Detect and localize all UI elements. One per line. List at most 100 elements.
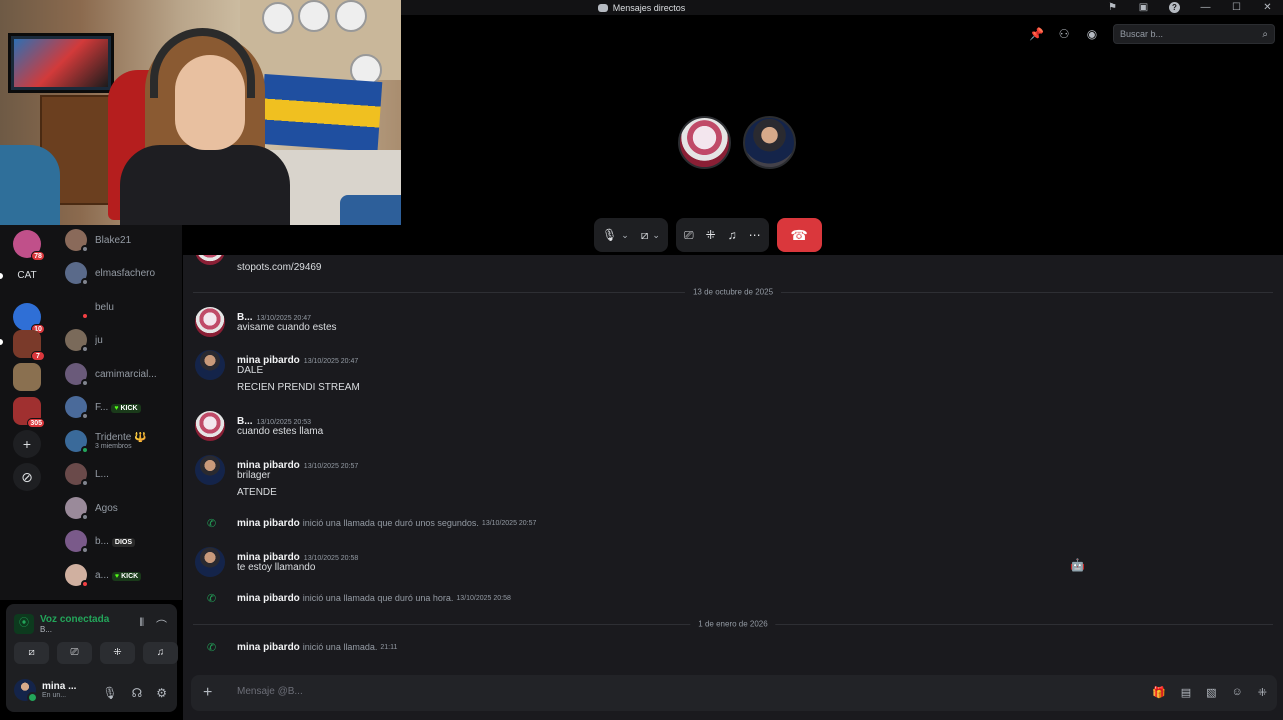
- server-icon[interactable]: [13, 363, 41, 391]
- server-icon[interactable]: 7: [13, 330, 45, 361]
- message-text: avisame cuando estes: [237, 322, 337, 333]
- help-button[interactable]: ?: [1159, 0, 1190, 15]
- message-text: RECIEN PRENDI STREAM: [237, 382, 360, 393]
- dm-name: Agos: [95, 502, 118, 514]
- add-server-button[interactable]: +: [13, 430, 41, 458]
- phone-icon: ✆: [207, 641, 217, 654]
- screen-share-icon[interactable]: ⎚: [684, 228, 694, 243]
- activities-icon[interactable]: ⁜: [706, 228, 716, 242]
- message-text: te estoy llamando: [237, 562, 316, 573]
- user-status: En un...: [42, 692, 67, 699]
- gear-icon[interactable]: ⚙: [156, 686, 167, 700]
- mic-camera-group: 🎙 ⌄ ⧄ ⌄: [594, 218, 668, 252]
- server-rail: 78 CAT 10 7 305 + ⊘: [0, 225, 54, 600]
- emoji-icon[interactable]: ☺: [1232, 686, 1243, 699]
- soundboard-button[interactable]: ♫: [143, 642, 178, 664]
- server-icon[interactable]: 10: [13, 303, 45, 334]
- screen-share-button[interactable]: ⎚: [57, 642, 92, 664]
- dm-item[interactable]: Tridente 🔱 3 miembros: [65, 428, 180, 454]
- dm-item[interactable]: L...: [65, 461, 180, 487]
- hang-up-button[interactable]: ☎: [776, 218, 822, 252]
- chevron-down-icon[interactable]: ⌄: [652, 230, 660, 241]
- microphone-icon[interactable]: 🎙: [102, 686, 117, 700]
- activities-button[interactable]: ⁜: [100, 642, 135, 664]
- gif-icon[interactable]: ▤: [1181, 686, 1191, 699]
- help-icon: ?: [1169, 2, 1180, 13]
- microphone-icon[interactable]: 🎙: [602, 228, 617, 242]
- gift-icon[interactable]: 🎁: [1152, 686, 1166, 699]
- voice-actions: ⫴ ⌒: [139, 617, 167, 633]
- avatar[interactable]: [195, 255, 225, 265]
- dm-item[interactable]: b... DIOS: [65, 528, 180, 554]
- pin-icon[interactable]: 📌: [1029, 27, 1044, 41]
- message-text: cuando estes llama: [237, 426, 324, 437]
- server-icon[interactable]: 305: [13, 397, 45, 428]
- dm-item[interactable]: Agos: [65, 495, 180, 521]
- avatar[interactable]: [195, 455, 225, 485]
- webcam-ball: [335, 0, 367, 32]
- dm-name: a...KICK: [95, 570, 142, 581]
- avatar[interactable]: [195, 350, 225, 380]
- avatar: [65, 430, 89, 454]
- dm-item[interactable]: F...KICK: [65, 394, 180, 420]
- call-toolbar: 📌 ⚇ ◉ Buscar b... ⌕: [1029, 24, 1275, 44]
- server-cat[interactable]: CAT: [12, 264, 42, 288]
- participant-avatar[interactable]: [678, 116, 731, 169]
- headphones-icon[interactable]: ☊: [132, 686, 143, 700]
- voice-connection[interactable]: ⦿ Voz conectada B...: [14, 614, 109, 634]
- sticker-icon[interactable]: ▧: [1206, 686, 1216, 699]
- more-options-icon[interactable]: ⋯: [749, 228, 761, 242]
- message-composer[interactable]: + Mensaje @B... 🎁 ▤ ▧ ☺ ⁜: [191, 675, 1277, 711]
- system-text: inició una llamada que duró unos segundo…: [302, 518, 479, 528]
- call-participants: [678, 116, 796, 169]
- message-author[interactable]: mina pibardo: [237, 518, 300, 529]
- search-input[interactable]: Buscar b... ⌕: [1113, 24, 1275, 44]
- avatar[interactable]: [195, 411, 225, 441]
- camera-off-icon[interactable]: ⧄: [641, 228, 649, 243]
- dm-item[interactable]: a...KICK: [65, 562, 180, 588]
- user-name: mina ...: [42, 681, 77, 692]
- call-area: 📌 ⚇ ◉ Buscar b... ⌕ 🎙 ⌄ ⧄ ⌄ ⎚ ⁜ ♫ ⋯ ☎: [401, 15, 1283, 265]
- disconnect-icon[interactable]: ⌒: [156, 617, 167, 633]
- message-link[interactable]: stopots.com/29469: [237, 262, 322, 273]
- date-divider: 1 de enero de 2026: [193, 619, 1273, 629]
- message-author[interactable]: mina pibardo: [237, 642, 300, 653]
- user-panel[interactable]: mina ... En un...: [14, 679, 77, 703]
- close-button[interactable]: ✕: [1252, 0, 1283, 15]
- noise-suppression-icon[interactable]: ⫴: [139, 617, 144, 633]
- minimize-button[interactable]: —: [1190, 0, 1221, 15]
- maximize-button[interactable]: ☐: [1221, 0, 1252, 15]
- webcam-monitor: [340, 195, 401, 225]
- avatar: [65, 396, 89, 420]
- inbox-flag-icon[interactable]: ⚑: [1097, 0, 1128, 15]
- screen-share-icon[interactable]: ▣: [1128, 0, 1159, 15]
- soundboard-icon[interactable]: ♫: [728, 228, 737, 242]
- dm-name: camimarcial...: [95, 368, 157, 380]
- attach-plus-icon[interactable]: +: [203, 684, 212, 702]
- dm-item[interactable]: elmasfachero: [65, 260, 180, 286]
- camera-off-button[interactable]: ⧄: [14, 642, 49, 664]
- avatar[interactable]: [195, 307, 225, 337]
- dm-item[interactable]: camimarcial...: [65, 361, 180, 387]
- dm-item[interactable]: belu: [65, 294, 180, 320]
- dm-item[interactable]: Blake21: [65, 227, 180, 253]
- chevron-down-icon[interactable]: ⌄: [621, 230, 629, 241]
- server-icon[interactable]: 78: [13, 230, 45, 261]
- avatar: [65, 530, 89, 554]
- avatar[interactable]: [195, 547, 225, 577]
- message-author[interactable]: mina pibardo: [237, 593, 300, 604]
- date-divider-label: 13 de octubre de 2025: [684, 287, 782, 297]
- add-friend-icon[interactable]: ⚇: [1057, 27, 1071, 41]
- dm-group-text: Tridente 🔱 3 miembros: [95, 432, 147, 450]
- avatar: [65, 262, 89, 286]
- apps-icon[interactable]: ⁜: [1258, 686, 1267, 699]
- explore-button[interactable]: ⊘: [13, 463, 41, 491]
- dm-item[interactable]: ju: [65, 327, 180, 353]
- participant-avatar[interactable]: [743, 116, 796, 169]
- message-time: 13/10/2025 20:47: [256, 315, 312, 322]
- webcam-overlay: [0, 0, 401, 225]
- profile-icon[interactable]: ◉: [1085, 27, 1099, 41]
- phone-hangup-icon: ☎: [790, 226, 808, 243]
- window-title-text: Mensajes directos: [612, 2, 686, 13]
- composer-placeholder: Mensaje @B...: [237, 686, 303, 697]
